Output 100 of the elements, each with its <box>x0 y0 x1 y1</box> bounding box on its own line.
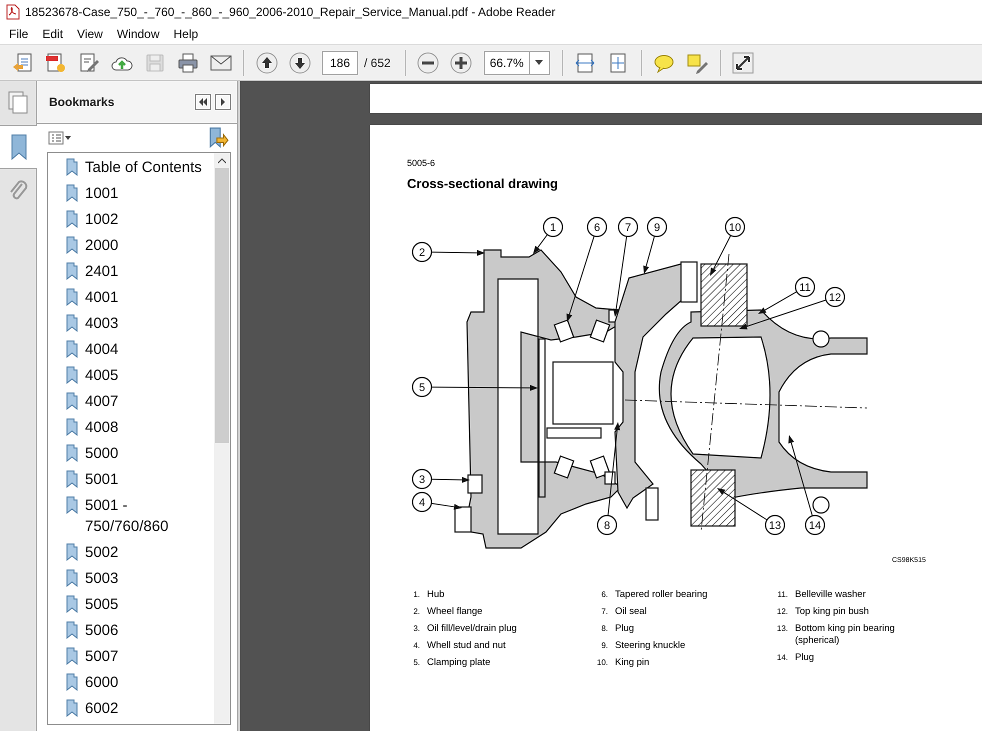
printer-icon <box>176 50 200 74</box>
bookmarks-tab[interactable] <box>0 125 37 169</box>
bookmark-item[interactable]: 2401 <box>48 259 214 285</box>
bookmark-item[interactable]: 2000 <box>48 233 214 259</box>
bookmark-item[interactable]: 6000 <box>48 670 214 696</box>
expand-button[interactable] <box>215 94 231 110</box>
mounting-hole <box>812 496 830 514</box>
bookmark-item[interactable]: 5000 <box>48 441 214 467</box>
legend-number: 10. <box>596 657 608 669</box>
legend-text: Oil fill/level/drain plug <box>427 623 518 635</box>
bookmark-item[interactable]: 5003 <box>48 566 214 592</box>
legend-text: Top king pin bush <box>795 606 870 618</box>
callout-number: 1 <box>542 216 564 238</box>
bookmark-icon <box>66 647 78 665</box>
bookmark-item[interactable]: 5001 - 750/760/860 <box>48 493 214 540</box>
collapse-button[interactable] <box>195 94 211 110</box>
page-count: / 652 <box>364 56 391 70</box>
bookmark-icon <box>66 699 78 717</box>
legend-text: Wheel flange <box>427 606 484 618</box>
page-number-field[interactable]: 186 <box>322 50 358 74</box>
callout-number: 11 <box>794 276 816 298</box>
bookmark-item[interactable]: 5001 <box>48 467 214 493</box>
pdf-file-icon <box>6 4 20 20</box>
axle-shaft <box>552 361 614 425</box>
bookmark-item[interactable]: 1001 <box>48 181 214 207</box>
mounting-hole <box>812 330 830 348</box>
bookmark-item[interactable]: 4004 <box>48 337 214 363</box>
bookmark-icon <box>66 366 78 384</box>
section-number: 5005-6 <box>407 158 436 168</box>
bookmark-arrow-icon <box>207 126 229 150</box>
document-gear-icon <box>44 50 68 74</box>
bookmark-item[interactable]: 1002 <box>48 207 214 233</box>
menu-item[interactable]: Edit <box>35 27 70 41</box>
bookmark-item[interactable]: 6002 <box>48 696 214 722</box>
document-arrow-icon <box>10 50 34 74</box>
leader-line <box>431 250 485 256</box>
bookmark-icon <box>66 673 78 691</box>
bookmark-item[interactable]: 5002 <box>48 540 214 566</box>
bookmark-icon <box>66 288 78 306</box>
bookmark-item[interactable]: 4007 <box>48 389 214 415</box>
bookmark-icon <box>8 133 28 161</box>
legend-number: 1. <box>412 589 420 601</box>
callout-number: 7 <box>618 216 638 238</box>
menu-item[interactable]: Window <box>110 27 167 41</box>
page-heading: Cross-sectional drawing <box>407 176 559 191</box>
bookmark-item[interactable]: 4003 <box>48 311 214 337</box>
expand-arrows-icon <box>731 50 756 74</box>
legend-number: 7. <box>600 606 608 618</box>
bookmark-icon <box>66 262 78 280</box>
legend-text: Clamping plate <box>427 657 492 669</box>
legend-number: 4. <box>412 640 420 652</box>
bookmark-item[interactable]: Table of Contents <box>48 155 214 181</box>
legend-number: 13. <box>776 623 788 635</box>
bookmark-icon <box>66 236 78 254</box>
menu-item[interactable]: File <box>2 27 36 41</box>
bookmark-icon <box>66 444 78 462</box>
leader-line <box>431 476 470 483</box>
legend-text: Plug <box>615 623 636 635</box>
king-pin <box>690 469 736 527</box>
bookmark-icon <box>66 314 78 332</box>
bookmark-icon <box>66 621 78 639</box>
bookmark-icon <box>66 210 78 228</box>
callout-number: 3 <box>412 468 432 490</box>
zoom-field[interactable]: 66.7% <box>484 50 550 74</box>
menu-item[interactable]: View <box>70 27 110 41</box>
leader-line <box>710 234 732 276</box>
legend-text: Bottom king pin bearing (spherical) <box>795 623 896 647</box>
bookmark-icon <box>66 569 78 587</box>
window-title: 18523678-Case_750_-_760_-_860_-_960_2006-2010_Repair_Service_Manual.pdf - Adobe Reader <box>25 5 556 19</box>
bookmark-action-button[interactable] <box>207 127 229 149</box>
bookmark-item[interactable]: 5007 <box>48 644 214 670</box>
callout-number: 6 <box>586 216 608 238</box>
bookmark-item[interactable]: 5005 <box>48 592 214 618</box>
king-pin <box>700 263 748 327</box>
bookmark-item[interactable]: 4008 <box>48 415 214 441</box>
menu-item[interactable]: Help <box>166 27 206 41</box>
caret-icon <box>535 60 544 65</box>
wheel-nut <box>454 506 472 533</box>
minus-icon <box>416 50 440 74</box>
pages-icon <box>6 90 30 116</box>
stud-bolt <box>546 427 602 439</box>
callout-number: 10 <box>724 216 746 238</box>
oil-seal <box>604 471 616 485</box>
legend-text: Belleville washer <box>795 589 867 601</box>
legend-number: 9. <box>600 640 608 652</box>
panel-title: Bookmarks <box>49 95 116 109</box>
legend-text: Whell stud and nut <box>427 640 507 652</box>
bookmark-icon <box>66 340 78 358</box>
fit-width-icon <box>573 50 598 74</box>
callout-number: 4 <box>412 492 432 512</box>
bookmark-icon <box>66 595 78 613</box>
bookmark-icon <box>66 470 78 488</box>
legend-number: 3. <box>412 623 420 635</box>
drain-plug <box>467 474 483 494</box>
bookmark-icon <box>66 418 78 436</box>
bookmark-item[interactable]: 5006 <box>48 618 214 644</box>
bookmark-item[interactable]: 4001 <box>48 285 214 311</box>
legend-text: Hub <box>427 589 446 601</box>
bookmark-item[interactable]: 4005 <box>48 363 214 389</box>
callout-number: 5 <box>412 376 432 398</box>
